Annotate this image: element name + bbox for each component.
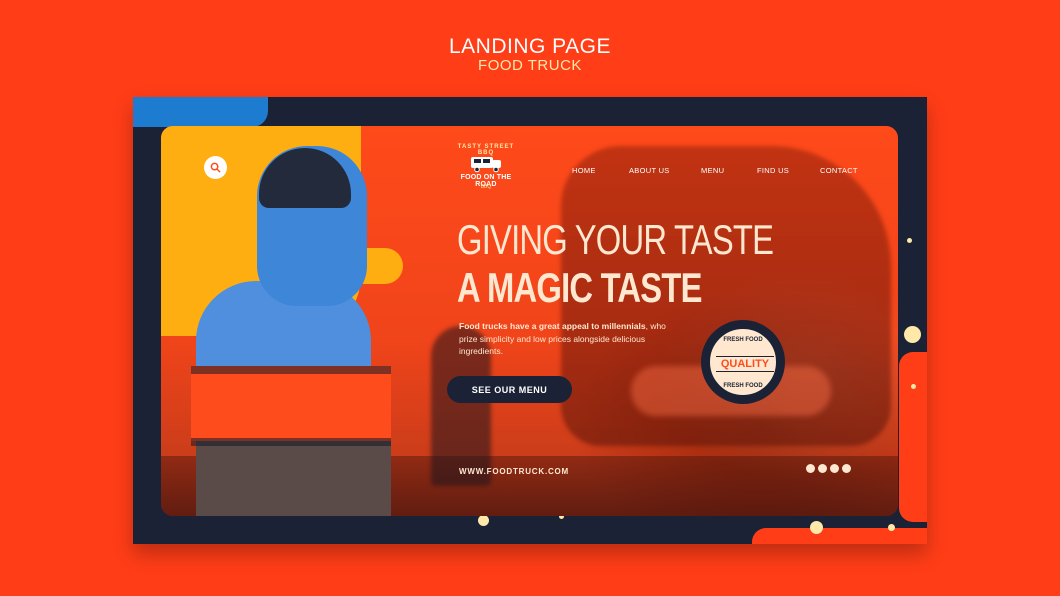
nav-about-us[interactable]: ABOUT US (629, 166, 670, 175)
sweater-stripe (191, 366, 391, 374)
page-heading: LANDING PAGE (449, 35, 611, 58)
quality-badge-inner: FRESH FOOD QUALITY FRESH FOOD (708, 327, 778, 397)
badge-top-text: FRESH FOOD (723, 337, 763, 343)
social-links (806, 464, 851, 473)
decor-dot (907, 238, 912, 243)
search-icon (210, 162, 221, 173)
hero-headline-line2: A MAGIC TASTE (457, 264, 702, 311)
person-sweater-mid (191, 366, 391, 441)
nav-menu[interactable]: MENU (701, 166, 724, 175)
instagram-icon[interactable] (806, 464, 815, 473)
quality-badge: FRESH FOOD QUALITY FRESH FOOD (701, 320, 785, 404)
decor-dot (904, 326, 921, 343)
decor-blob-side (899, 352, 927, 522)
nav-contact[interactable]: CONTACT (820, 166, 858, 175)
decor-dot (888, 524, 895, 531)
hero-card: TASTY STREET BBQ FOOD ON THE ROAD BBQ HO… (161, 126, 898, 516)
facebook-icon[interactable] (818, 464, 827, 473)
decor-blob-corner (752, 528, 927, 544)
page-subheading: FOOD TRUCK (478, 57, 582, 74)
decor-dot (478, 515, 489, 526)
decor-dot (810, 521, 823, 534)
footer-url-link[interactable]: WWW.FOODTRUCK.COM (459, 467, 569, 476)
brand-logo[interactable]: TASTY STREET BBQ FOOD ON THE ROAD BBQ (454, 144, 518, 194)
nav-home[interactable]: HOME (572, 166, 596, 175)
sweater-stripe (191, 438, 391, 446)
twitter-icon[interactable] (830, 464, 839, 473)
truck-icon (471, 157, 501, 173)
whatsapp-icon[interactable] (842, 464, 851, 473)
see-menu-button[interactable]: SEE OUR MENU (447, 376, 572, 403)
hero-description: Food trucks have a great appeal to mille… (459, 320, 669, 358)
person-sweater-bottom (196, 441, 391, 516)
logo-sub: BBQ (480, 184, 492, 190)
hero-description-bold: Food trucks have a great appeal to mille… (459, 321, 646, 331)
badge-bottom-text: FRESH FOOD (723, 383, 763, 389)
decor-dot (911, 384, 916, 389)
badge-mid-text: QUALITY (716, 356, 774, 372)
nav-find-us[interactable]: FIND US (757, 166, 789, 175)
hero-headline-line1: GIVING YOUR TASTE (457, 216, 774, 263)
decor-blob-blue (133, 97, 268, 127)
search-button[interactable] (204, 156, 227, 179)
